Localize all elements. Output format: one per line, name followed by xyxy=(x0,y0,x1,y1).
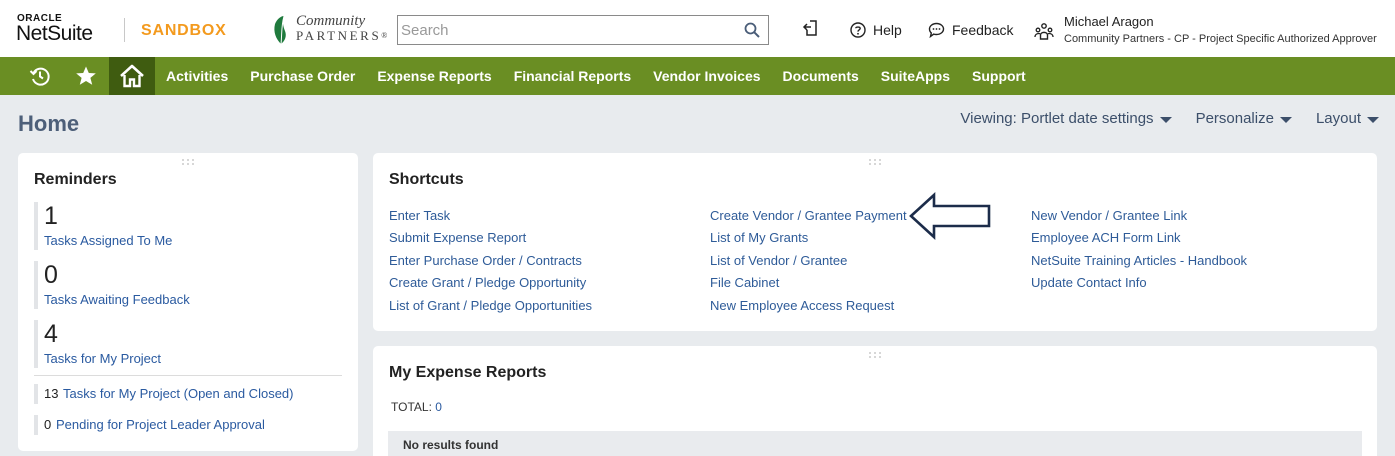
reminders-title: Reminders xyxy=(34,171,117,188)
leaf-logo-icon xyxy=(274,15,286,45)
reminder-label[interactable]: Tasks for My Project (Open and Closed) xyxy=(63,386,293,402)
logo-line-partners: PARTNERS® xyxy=(296,28,388,43)
recent-records-icon xyxy=(29,67,50,86)
expense-total: TOTAL: 0 xyxy=(391,400,442,414)
reminder-bar xyxy=(34,202,38,250)
empty-results-message: No results found xyxy=(403,438,499,452)
reminder-count: 0 xyxy=(44,417,52,432)
reminder-tasks-assigned[interactable]: 1 Tasks Assigned To Me xyxy=(34,202,344,252)
shortcut-link[interactable]: Employee ACH Form Link xyxy=(1031,230,1181,246)
recent-page-icon[interactable] xyxy=(801,19,821,39)
total-value[interactable]: 0 xyxy=(435,400,442,414)
shortcut-link[interactable]: File Cabinet xyxy=(710,275,779,291)
drag-grip-icon[interactable] xyxy=(181,158,195,166)
reminder-tasks-awaiting-feedback[interactable]: 0 Tasks Awaiting Feedback xyxy=(34,261,344,311)
shortcut-link[interactable]: NetSuite Training Articles - Handbook xyxy=(1031,253,1247,269)
help-link[interactable]: Help xyxy=(850,21,902,39)
feedback-icon xyxy=(928,22,945,38)
nav-item-support[interactable]: Support xyxy=(961,57,1037,95)
search-icon[interactable] xyxy=(744,22,760,38)
reminder-tasks-for-my-project[interactable]: 4 Tasks for My Project xyxy=(34,320,344,370)
reminders-divider xyxy=(34,375,342,376)
favorites-button[interactable] xyxy=(68,57,104,95)
nav-item-documents[interactable]: Documents xyxy=(772,57,870,95)
feedback-link[interactable]: Feedback xyxy=(928,21,1013,39)
shortcut-link[interactable]: Create Vendor / Grantee Payment xyxy=(710,208,907,224)
viewing-dropdown[interactable]: Viewing: Portlet date settings xyxy=(960,110,1172,127)
global-search[interactable] xyxy=(397,15,769,45)
top-header: ORACLE NetSuite SANDBOX Community PARTNE… xyxy=(0,0,1395,57)
chevron-down-icon xyxy=(1279,116,1292,123)
layout-dropdown[interactable]: Layout xyxy=(1316,110,1379,127)
chevron-down-icon xyxy=(1159,116,1172,123)
recent-records-button[interactable] xyxy=(22,57,58,95)
reminder-count: 0 xyxy=(44,261,58,289)
shortcuts-title: Shortcuts xyxy=(389,171,464,188)
search-input[interactable] xyxy=(398,16,733,44)
reminder-label[interactable]: Tasks Assigned To Me xyxy=(44,233,172,249)
logo-line-community: Community xyxy=(296,13,366,29)
shortcut-link[interactable]: Submit Expense Report xyxy=(389,230,526,246)
nav-item-purchase-order[interactable]: Purchase Order xyxy=(239,57,366,95)
shortcut-link[interactable]: New Employee Access Request xyxy=(710,298,894,314)
help-label: Help xyxy=(873,22,902,38)
header-divider xyxy=(124,18,125,42)
reminder-pending-approval[interactable]: 0 Pending for Project Leader Approval xyxy=(34,415,344,435)
reminder-bar xyxy=(34,320,38,368)
empty-results-row: No results found xyxy=(388,431,1362,456)
expense-reports-portlet: My Expense Reports TOTAL: 0 No results f… xyxy=(373,346,1377,456)
reminder-bar xyxy=(34,261,38,309)
home-button[interactable] xyxy=(109,57,155,95)
shortcut-link[interactable]: Enter Purchase Order / Contracts xyxy=(389,253,582,269)
page-controls: Viewing: Portlet date settings Personali… xyxy=(960,110,1379,127)
drag-grip-icon[interactable] xyxy=(868,158,882,166)
favorites-star-icon xyxy=(76,66,96,85)
nav-item-expense-reports[interactable]: Expense Reports xyxy=(366,57,502,95)
shortcut-link[interactable]: Create Grant / Pledge Opportunity xyxy=(389,275,586,291)
reminder-bar xyxy=(34,415,38,435)
reminder-label[interactable]: Tasks for My Project xyxy=(44,351,161,367)
shortcut-link[interactable]: Update Contact Info xyxy=(1031,275,1147,291)
nav-menu: Activities Purchase Order Expense Report… xyxy=(155,57,1037,95)
environment-badge: SANDBOX xyxy=(141,22,227,39)
nav-item-suiteapps[interactable]: SuiteApps xyxy=(870,57,961,95)
help-icon xyxy=(850,22,866,38)
user-name[interactable]: Michael Aragon xyxy=(1064,14,1154,29)
expense-reports-title: My Expense Reports xyxy=(389,364,547,381)
personalize-label: Personalize xyxy=(1195,110,1274,127)
role-switch-icon[interactable] xyxy=(1034,21,1054,41)
shortcut-link[interactable]: Enter Task xyxy=(389,208,450,224)
home-icon xyxy=(120,64,144,88)
shortcut-link[interactable]: New Vendor / Grantee Link xyxy=(1031,208,1187,224)
reminder-tasks-open-closed[interactable]: 13 Tasks for My Project (Open and Closed… xyxy=(34,384,344,404)
shortcut-link[interactable]: List of My Grants xyxy=(710,230,808,246)
personalize-dropdown[interactable]: Personalize xyxy=(1196,110,1292,127)
feedback-label: Feedback xyxy=(952,22,1014,38)
nav-item-activities[interactable]: Activities xyxy=(155,57,239,95)
annotation-arrow-icon xyxy=(909,192,991,240)
reminder-count: 1 xyxy=(44,202,58,230)
nav-item-vendor-invoices[interactable]: Vendor Invoices xyxy=(642,57,771,95)
viewing-label: Viewing: Portlet date settings xyxy=(960,110,1154,127)
shortcut-link[interactable]: List of Vendor / Grantee xyxy=(710,253,847,269)
shortcut-link[interactable]: List of Grant / Pledge Opportunities xyxy=(389,298,592,314)
layout-label: Layout xyxy=(1315,110,1361,127)
reminder-count: 4 xyxy=(44,320,58,348)
chevron-down-icon xyxy=(1367,116,1379,123)
nav-item-financial-reports[interactable]: Financial Reports xyxy=(503,57,642,95)
main-navigation: Activities Purchase Order Expense Report… xyxy=(0,57,1395,95)
netsuite-logo-text: NetSuite xyxy=(16,22,93,45)
total-label: TOTAL: xyxy=(391,400,432,414)
reminder-label[interactable]: Pending for Project Leader Approval xyxy=(56,417,265,433)
company-logo: Community PARTNERS® xyxy=(272,13,388,47)
drag-grip-icon[interactable] xyxy=(868,351,882,359)
reminder-count: 13 xyxy=(44,386,59,401)
page-title: Home xyxy=(18,111,80,136)
reminder-label[interactable]: Tasks Awaiting Feedback xyxy=(44,292,190,308)
user-role[interactable]: Community Partners - CP - Project Specif… xyxy=(1064,33,1377,46)
reminder-bar xyxy=(34,384,38,404)
